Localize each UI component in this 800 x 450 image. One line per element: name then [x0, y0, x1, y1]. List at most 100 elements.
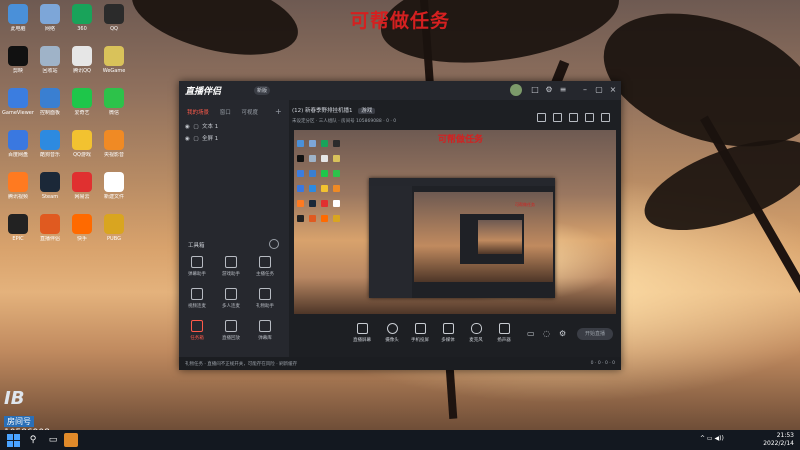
camera-button[interactable]: 摄像头: [379, 323, 405, 343]
desktop-icon[interactable]: WeGame: [98, 46, 130, 86]
lock-icon[interactable]: ▢: [193, 136, 198, 142]
share-icon[interactable]: [537, 113, 546, 122]
clock[interactable]: 21:53 2022/2/14: [763, 432, 794, 448]
desktop-icon[interactable]: 新建文件: [98, 172, 130, 212]
speaker-button[interactable]: 扬声器: [491, 323, 517, 343]
start-live-button[interactable]: 开始直播: [577, 328, 613, 340]
desktop-icon[interactable]: 网易云: [66, 172, 98, 212]
desktop-icon[interactable]: 腾讯QQ: [66, 46, 98, 86]
tool-task-box[interactable]: 任务箱: [183, 320, 211, 341]
add-icon[interactable]: +: [275, 107, 282, 116]
tool-video-link[interactable]: 视频连麦: [183, 288, 211, 309]
tool-danmu-library[interactable]: 弹幕库: [251, 320, 279, 341]
box-icon: [191, 320, 203, 332]
preview-overlay-title: 可帮做任务: [438, 135, 484, 145]
desktop-icon-label: 360: [77, 26, 87, 32]
tray-icons[interactable]: ^ ▭ ◀)): [700, 435, 724, 442]
room-tag[interactable]: 游戏: [358, 108, 376, 114]
tool-gift-helper[interactable]: 礼物助手: [251, 288, 279, 309]
toolbox-more-icon[interactable]: [269, 239, 279, 249]
eye-icon[interactable]: ◉: [185, 136, 190, 142]
desktop-icon[interactable]: 回收站: [34, 46, 66, 86]
desktop-icon[interactable]: 此电脑: [2, 4, 34, 44]
desktop-icon[interactable]: 酷狗音乐: [34, 130, 66, 170]
task-view-icon[interactable]: ▭: [46, 433, 60, 447]
desktop-icon-label: 新建文件: [103, 194, 124, 200]
desktop-icon-label: 控制面板: [39, 110, 60, 116]
bell-icon[interactable]: [585, 113, 594, 122]
desktop-icon[interactable]: PUBG: [98, 214, 130, 254]
desktop-icon[interactable]: 直播伴侣: [34, 214, 66, 254]
tab-visibility[interactable]: 可视度: [242, 108, 259, 116]
media-icon: [442, 323, 454, 334]
desktop-icon[interactable]: 微信: [98, 88, 130, 128]
toolbox-title: 工具箱: [188, 243, 205, 249]
tool-danmu-helper[interactable]: 弹幕助手: [183, 256, 211, 277]
desktop-icon[interactable]: 爱奇艺: [66, 88, 98, 128]
link-icon[interactable]: [601, 113, 610, 122]
tool-label: 多媒体: [441, 338, 455, 343]
clock-date: 2022/2/14: [763, 440, 794, 447]
desktop-icon-label: 微信: [108, 110, 119, 116]
app-icon: [40, 172, 60, 192]
menu-icon[interactable]: ≡: [559, 86, 567, 94]
search-icon[interactable]: ⚲: [26, 433, 40, 447]
desktop-icon[interactable]: 央视影音: [98, 130, 130, 170]
scene-item[interactable]: ◉ ▢ 全屏 1: [185, 134, 218, 142]
settings-icon[interactable]: ⚙: [545, 86, 553, 94]
record-icon[interactable]: ▭: [527, 329, 535, 338]
message-icon[interactable]: □: [531, 86, 539, 94]
tool-multi-link[interactable]: 多人连麦: [217, 288, 245, 309]
shop-icon[interactable]: [569, 113, 578, 122]
desktop-icon[interactable]: Steam: [34, 172, 66, 212]
tab-my-scenes[interactable]: 我的场景: [187, 108, 209, 116]
preview-app-icon: [297, 200, 304, 207]
close-icon[interactable]: ×: [609, 86, 617, 94]
desktop-icon[interactable]: 控制面板: [34, 88, 66, 128]
maximize-icon[interactable]: ▢: [595, 86, 603, 94]
desktop-icon[interactable]: 百度网盘: [2, 130, 34, 170]
beauty-icon[interactable]: ◌: [543, 329, 550, 338]
screen-capture-button[interactable]: 直播屏幕: [349, 323, 375, 343]
phone-cast-button[interactable]: 手机投屏: [407, 323, 433, 343]
preview-app-icon: [321, 185, 328, 192]
microphone-button[interactable]: 麦克风: [463, 323, 489, 343]
desktop-icon-label: 快手: [76, 236, 87, 242]
live-companion-taskbar-icon[interactable]: [64, 433, 78, 447]
desktop-icon[interactable]: 网络: [34, 4, 66, 44]
lock-icon[interactable]: ▢: [193, 124, 198, 130]
speaker-icon: [498, 323, 510, 334]
desktop-icon[interactable]: 剪映: [2, 46, 34, 86]
preview-app-icon: [309, 140, 316, 147]
desktop-icon[interactable]: 快手: [66, 214, 98, 254]
desktop-icon[interactable]: 360: [66, 4, 98, 44]
settings-icon[interactable]: ⚙: [559, 329, 566, 338]
desktop-icon-label: Steam: [41, 194, 59, 200]
tool-game-helper[interactable]: 游戏助手: [217, 256, 245, 277]
live-preview[interactable]: 可帮做任务 可帮做任务: [294, 130, 616, 314]
avatar[interactable]: [510, 84, 522, 96]
tab-window[interactable]: 窗口: [220, 108, 231, 116]
preview-app-icon: [309, 200, 316, 207]
taskbar: ⚲ ▭ ^ ▭ ◀)) 21:53 2022/2/14: [0, 430, 800, 450]
scene-item[interactable]: ◉ ▢ 文本 1: [185, 122, 218, 130]
window-titlebar[interactable]: 直播伴侣 新版 □ ⚙ ≡ – ▢ ×: [179, 81, 621, 100]
preview-app-icon: [297, 170, 304, 177]
multimedia-button[interactable]: 多媒体: [435, 323, 461, 343]
desktop-icon[interactable]: GameViewer: [2, 88, 34, 128]
status-bar: 礼物任务 · 直播间不正规开关，可能存在风险 · 刷新缓存 0 · 0 · 0 …: [179, 357, 621, 370]
room-title[interactable]: (12) 新春季野排挂机播1: [292, 108, 353, 114]
tool-replay[interactable]: 直播回放: [217, 320, 245, 341]
windows-start-icon[interactable]: [6, 433, 20, 447]
user-icon: [225, 256, 237, 268]
tool-host-task[interactable]: 主播任务: [251, 256, 279, 277]
app-icon: [72, 4, 92, 24]
desktop-icon[interactable]: QQ游戏: [66, 130, 98, 170]
eye-icon[interactable]: ◉: [185, 124, 190, 130]
minimize-icon[interactable]: –: [581, 86, 589, 94]
gift-icon[interactable]: [553, 113, 562, 122]
version-badge[interactable]: 新版: [254, 86, 271, 95]
desktop-icon[interactable]: QQ: [98, 4, 130, 44]
desktop-icon[interactable]: EPIC: [2, 214, 34, 254]
desktop-icon[interactable]: 腾讯视频: [2, 172, 34, 212]
